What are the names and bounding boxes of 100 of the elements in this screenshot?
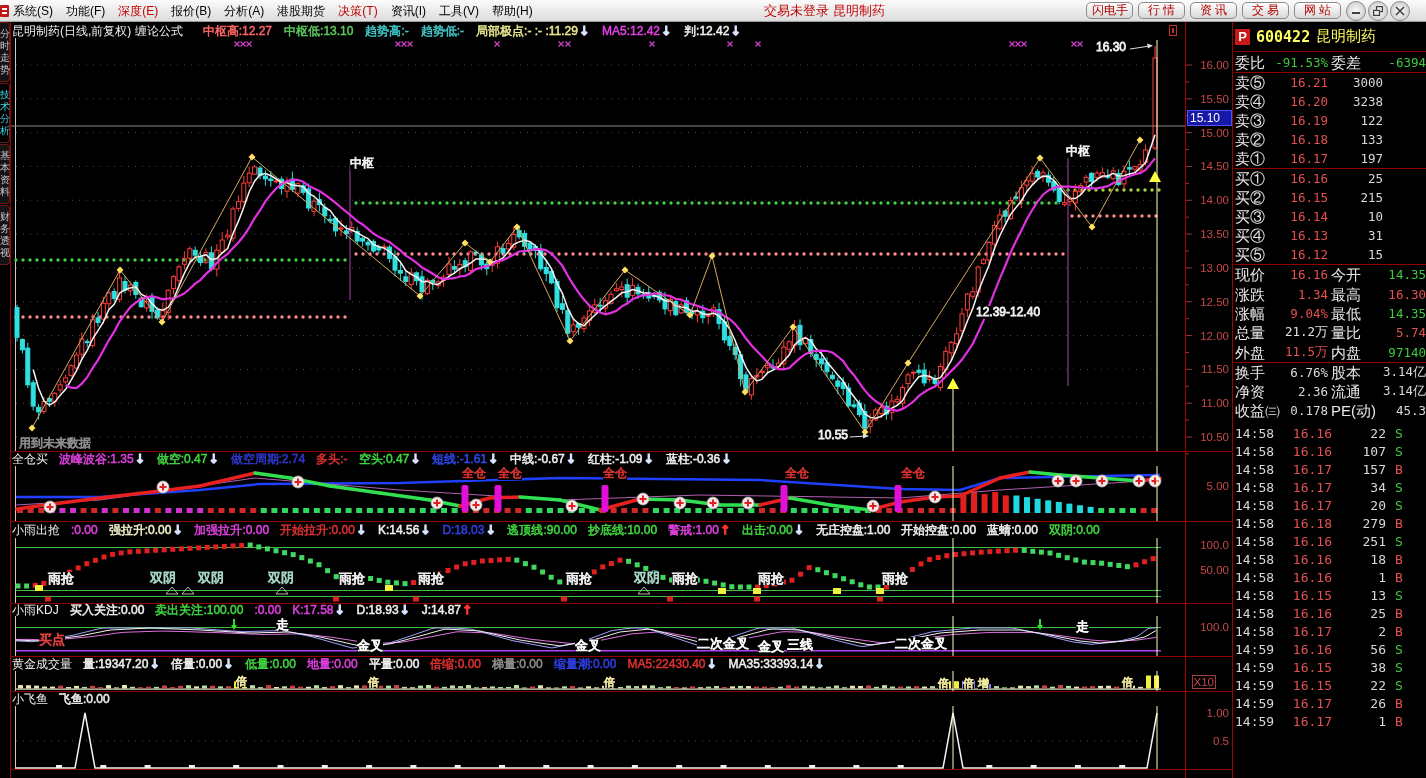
trade-price: 16.17: [1291, 461, 1332, 477]
menu-item[interactable]: 报价(B): [171, 2, 212, 19]
square-marker-icon: [676, 765, 683, 768]
trade-side: S: [1394, 659, 1404, 675]
vertical-marker-line: [1156, 706, 1158, 769]
menu-item[interactable]: 深度(E): [118, 2, 159, 19]
axis-label: 11.50: [1201, 362, 1229, 377]
toolbar-button[interactable]: 行 情: [1138, 2, 1185, 19]
restore-button[interactable]: [1368, 0, 1388, 21]
close-button[interactable]: [1390, 0, 1410, 21]
chart-annotation: 倍: [938, 678, 949, 689]
quote-label: 涨跌: [1235, 284, 1266, 304]
axis-label: 10.50: [1200, 430, 1229, 444]
plus-circle-icon: [928, 490, 942, 504]
indicator-value: 蓝柱:-0.36: [665, 452, 721, 466]
square-marker-icon: [410, 765, 417, 768]
menu-item[interactable]: 港股期货: [277, 2, 326, 19]
trade-time: 14:58: [1235, 461, 1276, 477]
menu-item[interactable]: 功能(F): [66, 2, 106, 19]
indicator-arrow: ↓: [222, 658, 235, 670]
chart-annotation: 全仓: [498, 467, 522, 480]
square-marker-icon: [333, 596, 339, 602]
trade-time: 14:58: [1235, 587, 1276, 603]
trade-time: 14:59: [1235, 677, 1276, 693]
toolbar-button[interactable]: 资 讯: [1190, 2, 1237, 19]
trade-side: S: [1394, 479, 1404, 495]
trade-side: B: [1394, 461, 1404, 477]
indicator-value: 倍量:0.00: [171, 657, 223, 671]
side-tab[interactable]: 分时走势: [0, 22, 10, 82]
menu-item[interactable]: 帮助(H): [492, 2, 533, 19]
trade-price: 16.16: [1291, 605, 1332, 621]
trade-time: 14:58: [1235, 605, 1276, 621]
bid-label: 买①: [1235, 169, 1266, 188]
indicator-value: MA5:22430.40: [627, 657, 706, 671]
menu-item[interactable]: 决策(T): [338, 2, 378, 19]
menu-item[interactable]: 资讯(I): [390, 2, 426, 19]
indicator-arrow: ↓: [409, 453, 422, 465]
quote-label: 最高: [1330, 284, 1362, 304]
menu-item[interactable]: 分析(A): [224, 2, 265, 19]
indicator-arrow: ↓: [133, 453, 146, 465]
bid-label: 买③: [1235, 207, 1266, 226]
indicator-arrow: ↓: [419, 524, 432, 536]
square-marker-icon: [718, 588, 726, 594]
trade-volume: 56: [1369, 641, 1386, 657]
pivot-marker-icon: [158, 318, 166, 326]
indicator-title: 小飞鱼: [12, 692, 48, 706]
indicator-value: 做空周期:2.74: [230, 452, 306, 466]
indicator-value: 警戒:1.00: [668, 523, 719, 537]
square-marker-icon: [543, 765, 550, 768]
trade-side: B: [1394, 623, 1404, 639]
side-tab[interactable]: 技术分析: [0, 83, 10, 143]
ask-price: 16.19: [1289, 113, 1328, 128]
cross-marker-icon: [493, 40, 501, 48]
axis-label: 13.00: [1200, 260, 1229, 275]
quote-value: 21.2万: [1283, 324, 1328, 342]
quote-label: 量比: [1330, 323, 1362, 343]
pivot-marker-icon: [1136, 136, 1144, 144]
leader-arrow: [1129, 43, 1153, 50]
quote-value: 11.5万: [1283, 343, 1328, 361]
pivot-marker-icon: [708, 252, 716, 260]
trade-time: 14:59: [1235, 695, 1276, 711]
quote-value: 2.36: [1296, 384, 1328, 399]
down-arrow-icon: [231, 619, 237, 630]
panel-toggle-icon[interactable]: [1169, 25, 1177, 36]
chart-annotation: 走: [276, 618, 289, 631]
market-badge: P: [1235, 28, 1250, 45]
price-tag: 15.10: [1187, 110, 1232, 126]
trade-volume: 1: [1377, 713, 1386, 729]
pivot-marker-icon: [621, 266, 629, 274]
indicator-arrow: ↑: [461, 604, 474, 616]
trade-time: 14:59: [1235, 641, 1276, 657]
chart-annotation: 雨抢: [418, 572, 444, 585]
pivot-marker-icon: [461, 239, 469, 247]
bid-volume: 31: [1366, 228, 1383, 243]
chart-annotation: 倍: [1122, 677, 1133, 688]
bid-price: 16.15: [1289, 190, 1328, 205]
trade-price: 16.17: [1291, 497, 1332, 513]
quote-label: 股本: [1330, 363, 1362, 382]
side-tab[interactable]: 财务透视: [0, 205, 10, 265]
square-marker-icon: [631, 765, 638, 768]
quote-value: 14.35: [1387, 267, 1426, 283]
indicator-value: D:18.03: [442, 523, 485, 537]
toolbar-button[interactable]: 闪电手: [1086, 2, 1133, 19]
menu-item[interactable]: 系统(S): [13, 2, 53, 19]
side-tab[interactable]: 基本资料: [0, 144, 10, 204]
menu-item[interactable]: 工具(V): [439, 2, 479, 19]
quote-label: 最低: [1330, 303, 1362, 323]
chart-annotation: 全仓: [901, 467, 925, 480]
toolbar-button[interactable]: 网 站: [1294, 2, 1341, 19]
app-icon[interactable]: [0, 4, 9, 17]
trade-volume: 1: [1377, 569, 1386, 585]
ask-volume: 197: [1359, 151, 1383, 166]
trade-volume: 279: [1361, 515, 1386, 531]
toolbar-button[interactable]: 交 易: [1242, 2, 1289, 19]
chart-title: 昆明制药(日线,前复权) 缠论公式: [12, 24, 183, 38]
chart-annotation: 金叉: [357, 639, 383, 652]
bid-price: 16.16: [1289, 171, 1328, 186]
square-marker-icon: [277, 765, 284, 768]
square-marker-icon: [100, 765, 107, 768]
minimize-button[interactable]: [1346, 0, 1366, 21]
